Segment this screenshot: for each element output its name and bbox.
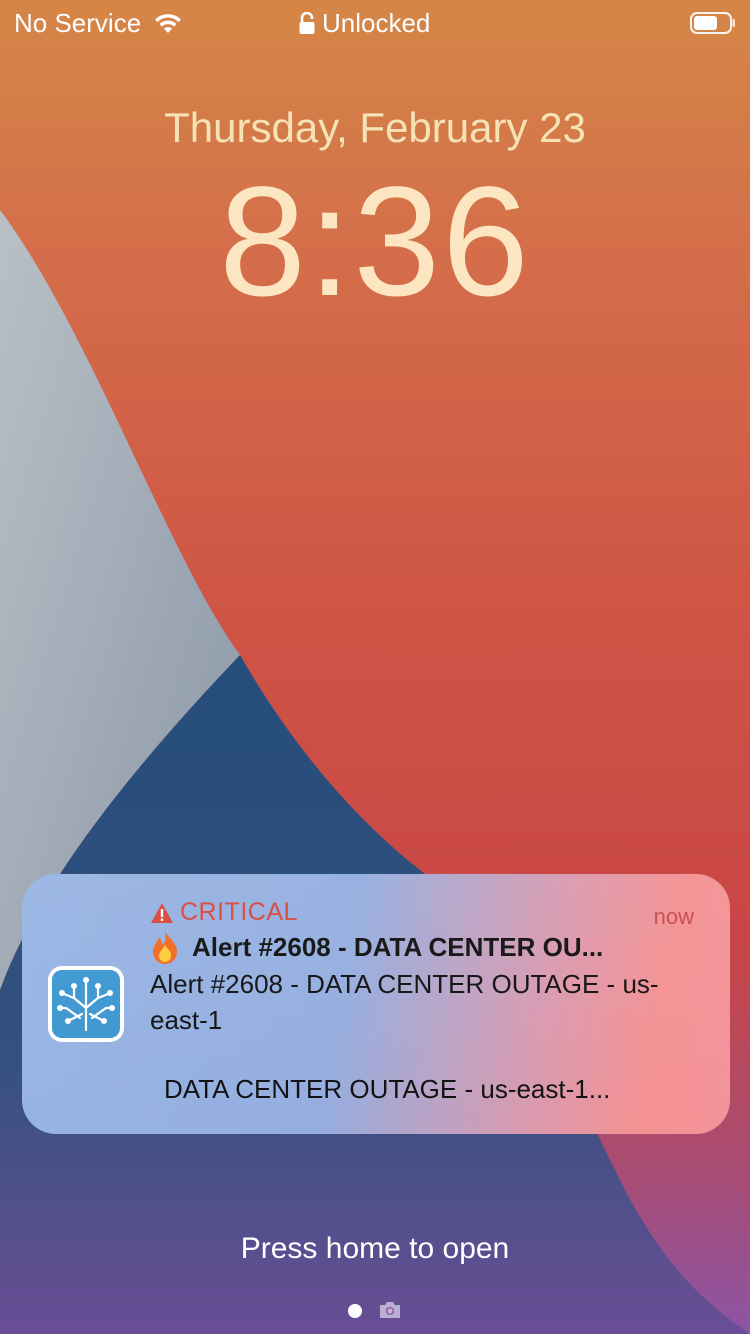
camera-icon[interactable] (378, 1300, 402, 1320)
battery-icon (690, 12, 735, 34)
lock-icon (299, 11, 315, 34)
lock-screen: No Service Unlocked Thursday, February 2… (0, 0, 750, 1334)
lock-status: Unlocked (298, 8, 430, 39)
lockscreen-date: Thursday, February 23 (164, 104, 586, 151)
carrier-label: No Service (14, 8, 142, 38)
circuit-tree-app-icon (48, 966, 124, 1042)
status-bar: No Service Unlocked (0, 0, 750, 48)
notification-summary: DATA CENTER OUTAGE - us-east-1... (164, 1074, 611, 1104)
notification-title-row: Alert #2608 - DATA CENTER OU... (150, 930, 710, 964)
notification-timestamp: now (653, 904, 694, 929)
notification-card[interactable]: CRITICAL now Alert #2608 - DATA CENTER O… (22, 874, 730, 1134)
notification-body: Alert #2608 - DATA CENTER OUTAGE - us-ea… (150, 969, 659, 1035)
warning-icon (151, 902, 173, 923)
carrier-status: No Service (14, 8, 183, 39)
fire-icon (153, 931, 177, 964)
page-indicator-dot (348, 1304, 362, 1318)
wifi-icon (155, 13, 182, 33)
notification-title: Alert #2608 - DATA CENTER OU... (192, 931, 604, 962)
press-home-hint: Press home to open (240, 1232, 510, 1265)
severity-text: CRITICAL (180, 898, 298, 926)
lock-status-label: Unlocked (322, 8, 431, 38)
severity-label: CRITICAL (150, 898, 298, 927)
lockscreen-time: 8:36 (219, 155, 531, 329)
